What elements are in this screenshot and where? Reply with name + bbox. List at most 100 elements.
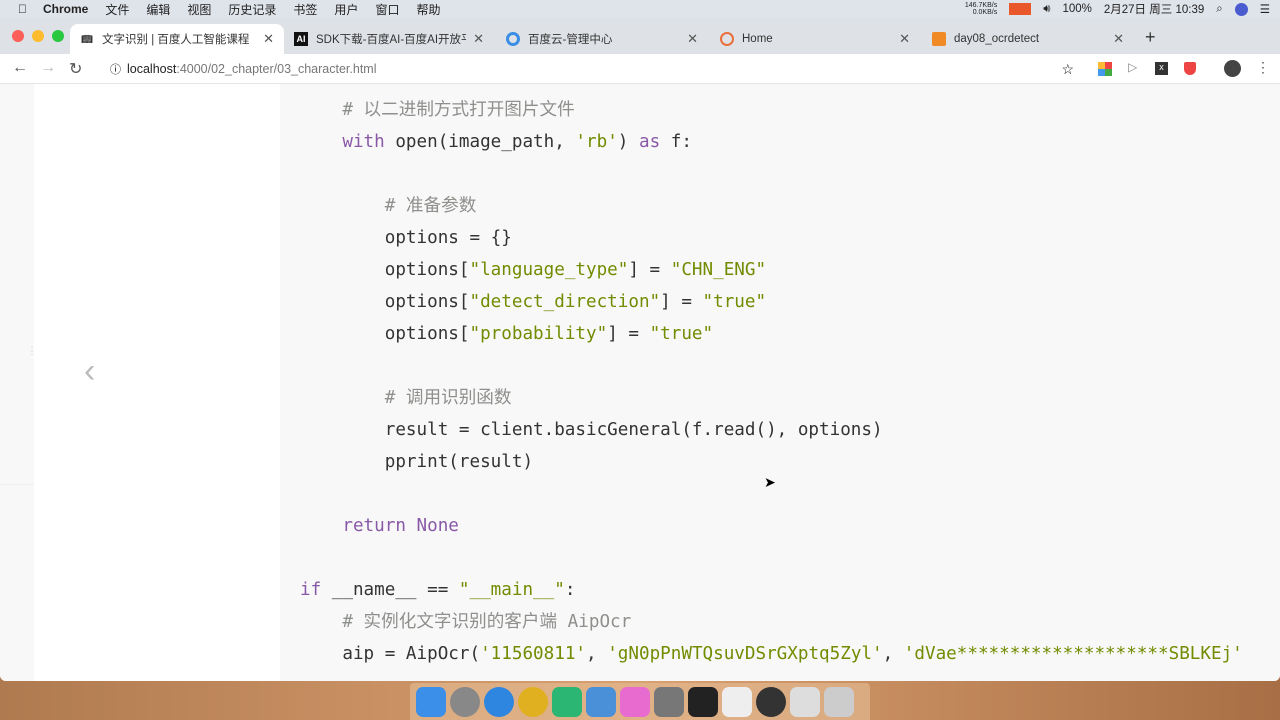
url-host: localhost	[127, 62, 177, 76]
menu-edit[interactable]: 编辑	[146, 1, 170, 18]
menu-window[interactable]: 窗口	[375, 1, 399, 18]
bookmark-star-icon[interactable]: ☆	[1061, 61, 1074, 78]
code-token: 'gN0pPnWTQsuvDSrGXptq5Zyl'	[607, 644, 883, 664]
apple-icon[interactable]: 	[18, 2, 27, 16]
close-tab-icon[interactable]: ✕	[473, 31, 484, 47]
dock-typora-icon[interactable]	[722, 686, 752, 717]
forward-button[interactable]: →	[40, 59, 56, 77]
info-icon[interactable]: ⓘ	[110, 61, 121, 77]
menu-app-name[interactable]: Chrome	[43, 2, 88, 16]
code-token: options[	[300, 324, 470, 344]
tab-4[interactable]: Home ✕	[710, 24, 920, 54]
close-tab-icon[interactable]: ✕	[263, 31, 274, 47]
menu-help[interactable]: 帮助	[416, 1, 440, 18]
left-gutter	[34, 84, 280, 681]
dock-terminal-icon[interactable]	[688, 686, 718, 717]
dock-screenshot-icon[interactable]	[790, 686, 820, 717]
code-token: ] =	[628, 260, 671, 280]
new-tab-button[interactable]: +	[1145, 27, 1156, 48]
code-token: result = client.basicGeneral(f.read(), o…	[300, 420, 883, 440]
search-icon[interactable]: ⌕	[1216, 3, 1222, 16]
battery-percent: 100%	[1062, 3, 1092, 15]
menu-people[interactable]: 用户	[334, 1, 358, 18]
code-token: # 以二进制方式打开图片文件	[342, 100, 575, 120]
datetime[interactable]: 2月27日 周三 10:39	[1104, 1, 1204, 17]
code-token: ,	[882, 644, 904, 664]
tab-title: 文字识别 | 百度人工智能课程	[102, 34, 250, 46]
dock-pycharm-icon[interactable]	[552, 686, 582, 717]
dock-xmind-icon[interactable]	[620, 686, 650, 717]
code-token: 'dVae********************SBLKEj'	[903, 644, 1243, 664]
profile-avatar[interactable]	[1224, 60, 1241, 77]
code-line: # 实例化文字识别的客户端 AipOcr	[300, 606, 1243, 638]
menu-bar:  Chrome 文件 编辑 视图 历史记录 书签 用户 窗口 帮助 146.7…	[0, 0, 1280, 18]
code-token: options[	[300, 292, 470, 312]
tab-1[interactable]: 📖︎ 文字识别 | 百度人工智能课程 ✕	[70, 24, 284, 54]
notebook-icon	[932, 32, 946, 46]
volume-icon[interactable]: 🔊︎	[1043, 3, 1050, 16]
dock-chrome-icon[interactable]	[518, 686, 548, 717]
tab-title: day08_ocrdetect	[954, 33, 1040, 45]
maximize-window-button[interactable]	[52, 30, 64, 42]
code-token: # 实例化文字识别的客户端 AipOcr	[342, 612, 632, 632]
dock-launchpad-icon[interactable]	[450, 686, 480, 717]
cpu-graph-icon	[1009, 3, 1032, 15]
code-token: 'rb'	[575, 132, 618, 152]
code-token: aip = AipOcr(	[300, 644, 481, 664]
code-line: with open(image_path, 'rb') as f:	[300, 126, 1243, 158]
code-line: options["language_type"] = "CHN_ENG"	[300, 254, 1243, 286]
dock-obs-icon[interactable]	[756, 686, 786, 717]
menu-file[interactable]: 文件	[105, 1, 129, 18]
minimize-window-button[interactable]	[32, 30, 44, 42]
close-tab-icon[interactable]: ✕	[687, 31, 698, 47]
tab-3[interactable]: 百度云-管理中心 ✕	[496, 24, 708, 54]
code-token: options[	[300, 260, 470, 280]
dock-trash-icon[interactable]	[824, 686, 854, 717]
code-token: :	[564, 580, 576, 600]
code-token: return None	[342, 516, 459, 536]
menu-view[interactable]: 视图	[187, 1, 211, 18]
close-window-button[interactable]	[12, 30, 24, 42]
x-extension-icon[interactable]: x	[1155, 62, 1168, 75]
code-token: open(image_path,	[384, 132, 576, 152]
code-line: if __name__ == "__main__":	[300, 574, 1243, 606]
dock-safari-icon[interactable]	[484, 686, 514, 717]
close-tab-icon[interactable]: ✕	[899, 31, 910, 47]
menu-kebab-icon[interactable]: ⋮	[1256, 59, 1270, 76]
ai-icon: AI	[294, 32, 308, 46]
reload-button[interactable]: ↻	[69, 59, 82, 79]
close-tab-icon[interactable]: ✕	[1113, 31, 1124, 47]
back-button[interactable]: ←	[12, 59, 28, 77]
tab-2[interactable]: AI SDK下载-百度AI-百度AI开放平 ✕	[284, 24, 494, 54]
tab-title: SDK下载-百度AI-百度AI开放平	[316, 34, 466, 46]
dock-keynote-icon[interactable]	[586, 686, 616, 717]
status-area: 146.7KB/s 0.0KB/s 🔊︎ 100% 2月27日 周三 10:39 …	[965, 0, 1270, 18]
menu-history[interactable]: 历史记录	[228, 1, 276, 18]
mouse-cursor-icon: ➤	[764, 474, 776, 490]
code-token: f:	[660, 132, 692, 152]
dock-finder-icon[interactable]	[416, 686, 446, 717]
code-block: # 以二进制方式打开图片文件 with open(image_path, 'rb…	[300, 94, 1243, 670]
code-token: as	[638, 132, 661, 152]
code-line: aip = AipOcr('11560811', 'gN0pPnWTQsuvDS…	[300, 638, 1243, 670]
toolbar: ← → ↻ ⓘ localhost:4000/02_chapter/03_cha…	[0, 54, 1280, 84]
code-token: '11560811'	[480, 644, 587, 664]
loading-icon	[720, 32, 734, 46]
browser-window: 📖︎ 文字识别 | 百度人工智能课程 ✕ AI SDK下载-百度AI-百度AI开放平 ✕…	[0, 18, 1280, 681]
cursor-extension-icon[interactable]: ▷	[1128, 60, 1137, 74]
shield-extension-icon[interactable]	[1184, 62, 1196, 75]
previous-page-chevron-icon[interactable]: ‹	[84, 352, 95, 391]
tab-5[interactable]: day08_ocrdetect ✕	[922, 24, 1134, 54]
address-bar[interactable]: ⓘ localhost:4000/02_chapter/03_character…	[104, 57, 1094, 81]
extension-icon[interactable]	[1098, 62, 1112, 76]
dock-system-preferences-icon[interactable]	[654, 686, 684, 717]
list-icon[interactable]: ☰	[1260, 2, 1270, 16]
siri-icon[interactable]	[1234, 2, 1248, 16]
code-token: "detect_direction"	[469, 292, 661, 312]
menu-bookmarks[interactable]: 书签	[293, 1, 317, 18]
